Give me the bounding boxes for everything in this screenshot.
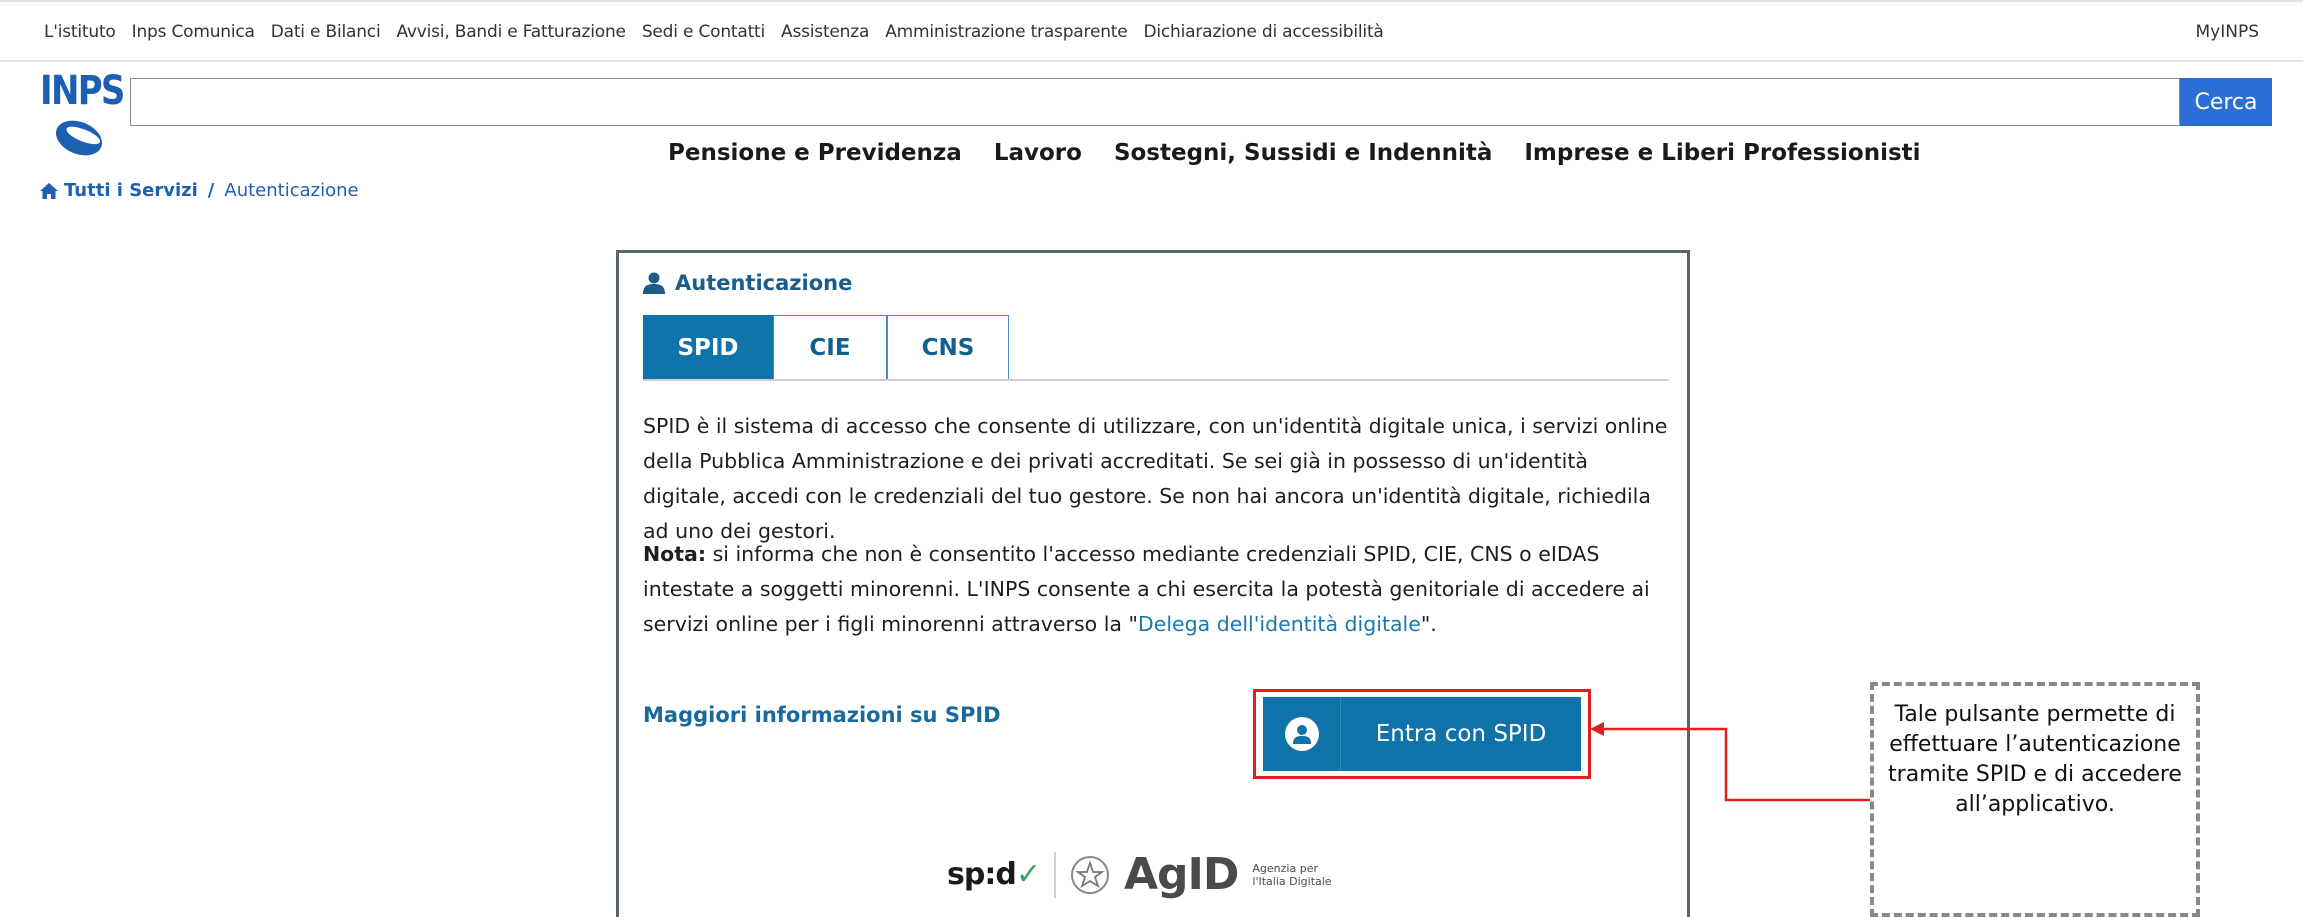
annotation-callout: Tale pulsante permette di effettuare l’a… (1870, 682, 2200, 917)
